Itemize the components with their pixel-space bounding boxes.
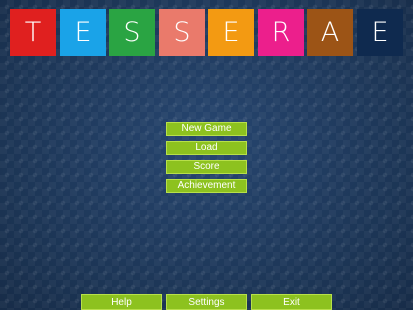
achievement-button[interactable]: Achievement [166, 179, 247, 193]
title-tile-s-2: S [159, 9, 205, 56]
title-tile-a: A [307, 9, 353, 56]
help-button[interactable]: Help [81, 294, 162, 310]
main-menu: New Game Load Score Achievement [166, 122, 247, 198]
bottom-bar: Help Settings Exit [0, 294, 413, 310]
title-tile-r: R [258, 9, 304, 56]
exit-button[interactable]: Exit [251, 294, 332, 310]
settings-button[interactable]: Settings [166, 294, 247, 310]
title-tile-s: S [109, 9, 155, 56]
title-tile-e: E [60, 9, 106, 56]
score-button[interactable]: Score [166, 160, 247, 174]
title-tile-e-2: E [208, 9, 254, 56]
game-title-tiles: T E S S E R A E [0, 0, 413, 60]
title-tile-e-3: E [357, 9, 403, 56]
title-tile-t: T [10, 9, 56, 56]
load-button[interactable]: Load [166, 141, 247, 155]
new-game-button[interactable]: New Game [166, 122, 247, 136]
